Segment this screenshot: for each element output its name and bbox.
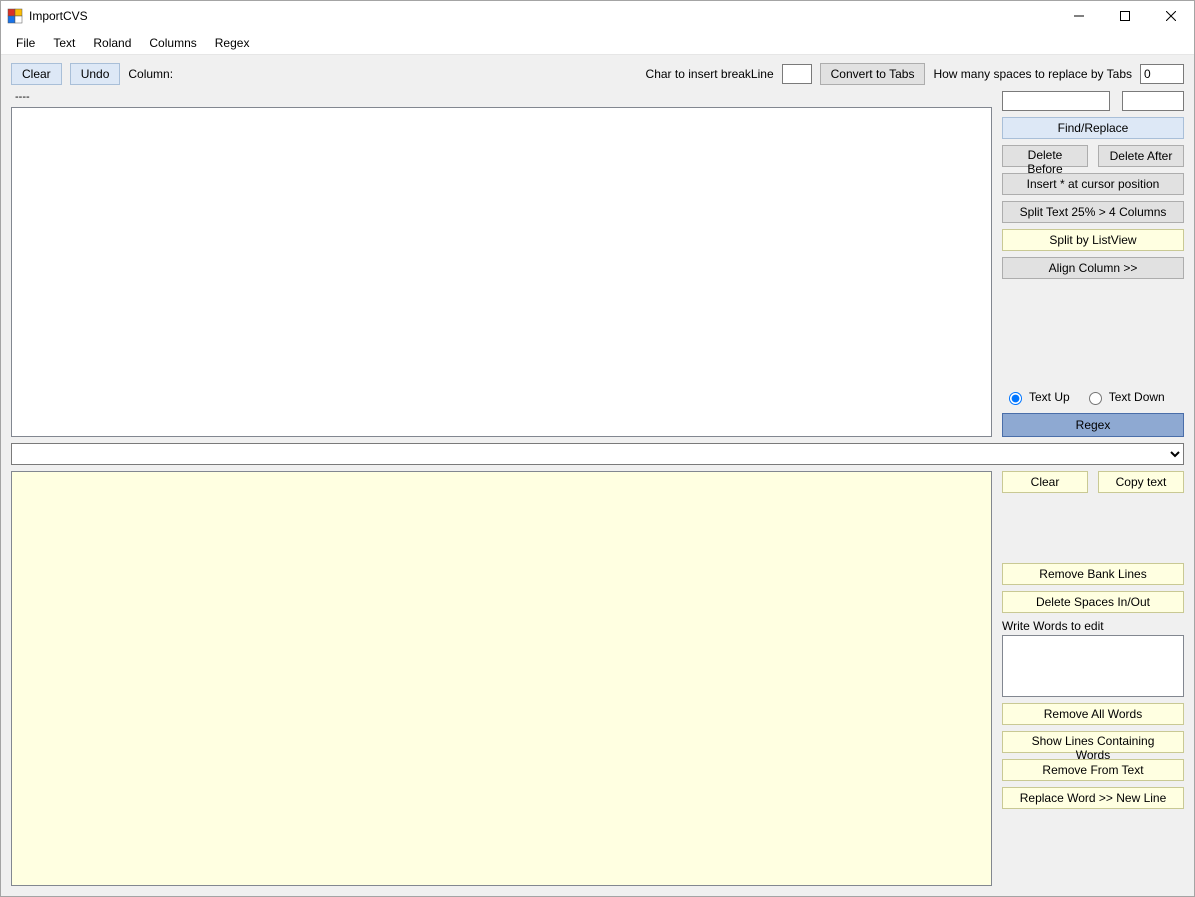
maximize-icon — [1120, 11, 1130, 21]
dash-label: ---- — [11, 91, 992, 101]
words-textarea[interactable] — [1002, 635, 1184, 697]
app-window: ImportCVS File Text Roland Columns Regex… — [0, 0, 1195, 897]
delete-spaces-button[interactable]: Delete Spaces In/Out — [1002, 591, 1184, 613]
text-up-radio[interactable] — [1009, 392, 1022, 405]
upper-textarea[interactable] — [11, 107, 992, 437]
find-input[interactable] — [1002, 91, 1110, 111]
side-panel-lower: Clear Copy text Remove Bank Lines Delete… — [1002, 471, 1184, 886]
menubar: File Text Roland Columns Regex — [1, 31, 1194, 55]
text-up-radio-label[interactable]: Text Up — [1004, 389, 1070, 405]
clear-button[interactable]: Clear — [11, 63, 62, 85]
lower-text-container — [11, 471, 992, 886]
menu-roland[interactable]: Roland — [84, 33, 140, 53]
remove-all-words-button[interactable]: Remove All Words — [1002, 703, 1184, 725]
client-area: Clear Undo Column: Char to insert breakL… — [1, 55, 1194, 896]
delete-before-button[interactable]: Delete Before — [1002, 145, 1088, 167]
maximize-button[interactable] — [1102, 1, 1148, 31]
replace-input[interactable] — [1122, 91, 1184, 111]
convert-tabs-button[interactable]: Convert to Tabs — [820, 63, 926, 85]
split-listview-button[interactable]: Split by ListView — [1002, 229, 1184, 251]
char-break-input[interactable] — [782, 64, 812, 84]
remove-from-text-button[interactable]: Remove From Text — [1002, 759, 1184, 781]
app-icon — [7, 8, 23, 24]
split-25-button[interactable]: Split Text 25% > 4 Columns — [1002, 201, 1184, 223]
find-replace-button[interactable]: Find/Replace — [1002, 117, 1184, 139]
remove-blank-button[interactable]: Remove Bank Lines — [1002, 563, 1184, 585]
combo-row — [11, 443, 1184, 465]
text-direction-group: Text Up Text Down — [1002, 387, 1184, 407]
insert-star-button[interactable]: Insert * at cursor position — [1002, 173, 1184, 195]
replace-newline-button[interactable]: Replace Word >> New Line — [1002, 787, 1184, 809]
undo-button[interactable]: Undo — [70, 63, 121, 85]
words-group: Write Words to edit — [1002, 619, 1184, 697]
toolbar: Clear Undo Column: Char to insert breakL… — [11, 63, 1184, 85]
close-button[interactable] — [1148, 1, 1194, 31]
char-break-label: Char to insert breakLine — [646, 67, 774, 81]
spaces-input[interactable] — [1140, 64, 1184, 84]
close-icon — [1166, 11, 1176, 21]
column-label: Column: — [128, 67, 173, 81]
spaces-label: How many spaces to replace by Tabs — [933, 67, 1132, 81]
align-column-button[interactable]: Align Column >> — [1002, 257, 1184, 279]
window-title: ImportCVS — [29, 9, 88, 23]
menu-regex[interactable]: Regex — [206, 33, 259, 53]
show-lines-button[interactable]: Show Lines Containing Words — [1002, 731, 1184, 753]
minimize-button[interactable] — [1056, 1, 1102, 31]
words-label: Write Words to edit — [1002, 619, 1184, 633]
menu-text[interactable]: Text — [44, 33, 84, 53]
minimize-icon — [1074, 11, 1084, 21]
delete-after-button[interactable]: Delete After — [1098, 145, 1184, 167]
lower-clear-button[interactable]: Clear — [1002, 471, 1088, 493]
menu-columns[interactable]: Columns — [140, 33, 205, 53]
titlebar: ImportCVS — [1, 1, 1194, 31]
main-combobox[interactable] — [11, 443, 1184, 465]
regex-button[interactable]: Regex — [1002, 413, 1184, 437]
text-down-text: Text Down — [1109, 390, 1165, 404]
text-down-radio-label[interactable]: Text Down — [1084, 389, 1165, 405]
side-panel-upper: Find/Replace Delete Before Delete After … — [1002, 91, 1184, 437]
text-down-radio[interactable] — [1089, 392, 1102, 405]
copy-text-button[interactable]: Copy text — [1098, 471, 1184, 493]
upper-text-container — [11, 107, 992, 437]
lower-textarea[interactable] — [11, 471, 992, 886]
text-up-text: Text Up — [1029, 390, 1070, 404]
menu-file[interactable]: File — [7, 33, 44, 53]
